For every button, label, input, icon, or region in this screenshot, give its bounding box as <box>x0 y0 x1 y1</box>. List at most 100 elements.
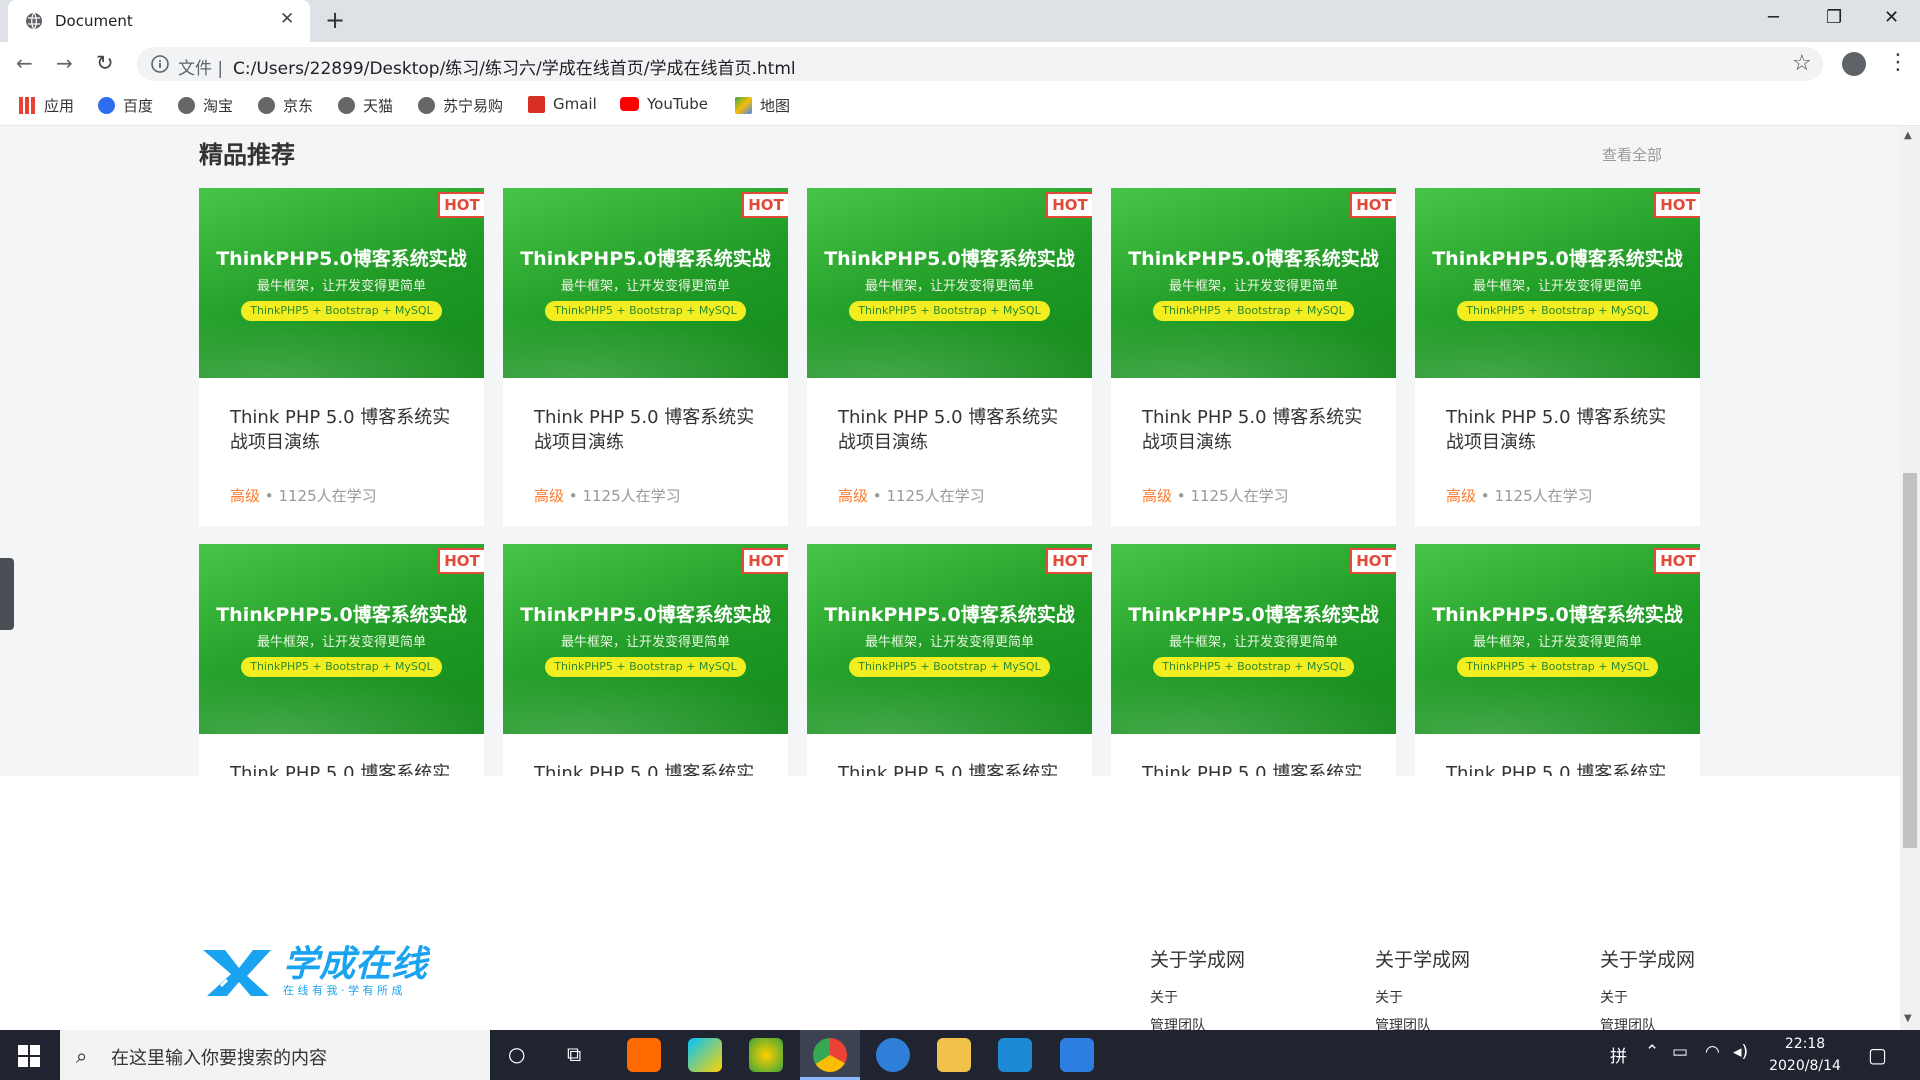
course-banner[interactable]: HOT ThinkPHP5.0博客系统实战 最牛框架，让开发变得更简单 ThinkPH… <box>199 544 484 734</box>
banner-tech-pill: ThinkPHP5 + Bootstrap + MySQL <box>849 301 1050 321</box>
course-title[interactable]: Think PHP 5.0 博客系统实战项目演练 <box>1142 405 1377 455</box>
course-level: 高级 <box>230 487 261 505</box>
wifi-icon[interactable]: ◠ <box>1705 1042 1720 1062</box>
bookmark-maps[interactable]: 地图 <box>735 95 790 116</box>
footer-link[interactable]: 关于 <box>1375 987 1470 1007</box>
course-banner[interactable]: HOT ThinkPHP5.0博客系统实战 最牛框架，让开发变得更简单 ThinkPH… <box>199 188 484 378</box>
browser-app-icon[interactable] <box>876 1038 910 1072</box>
chevron-up-icon[interactable]: ⌃ <box>1645 1042 1659 1062</box>
section-title: 精品推荐 <box>199 141 295 169</box>
restore-icon[interactable]: ❐ <box>1826 7 1842 28</box>
notification-icon[interactable]: ▢ <box>1868 1043 1887 1067</box>
footer-heading: 关于学成网 <box>1150 949 1246 971</box>
chrome-icon[interactable] <box>813 1038 847 1072</box>
taskbar-search[interactable]: ⌕ 在这里输入你要搜索的内容 <box>60 1030 490 1080</box>
scroll-down-icon[interactable]: ▼ <box>1904 1013 1912 1024</box>
course-meta: 高级 • 1125人在学习 <box>1142 485 1289 506</box>
back-icon[interactable]: ← <box>16 51 33 75</box>
ime-indicator[interactable]: 拼 <box>1610 1042 1627 1067</box>
scrollbar-thumb[interactable] <box>1903 473 1917 848</box>
banner-subtitle: 最牛框架，让开发变得更简单 <box>864 279 1034 294</box>
course-banner[interactable]: HOT ThinkPHP5.0博客系统实战最牛框架，让开发变得更简单 ThinkPH… <box>503 544 788 734</box>
banner-title: ThinkPHP5.0博客系统实战 <box>824 248 1075 270</box>
side-handle[interactable] <box>0 558 14 630</box>
bookmark-taobao[interactable]: 淘宝 <box>178 95 233 116</box>
banner-subtitle: 最牛框架，让开发变得更简单 <box>560 635 730 650</box>
course-banner[interactable]: HOT ThinkPHP5.0博客系统实战 最牛框架，让开发变得更简单 ThinkPH… <box>1415 188 1700 378</box>
windows-icon[interactable] <box>18 1045 40 1067</box>
course-title[interactable]: Think PHP 5.0 博客系统实战项目演练 <box>1446 405 1681 455</box>
footer-link[interactable]: 关于 <box>1600 987 1695 1007</box>
banner-tech-pill: ThinkPHP5 + Bootstrap + MySQL <box>1153 657 1354 677</box>
address-label: 文件 | <box>178 59 224 79</box>
course-banner[interactable]: HOT ThinkPHP5.0博客系统实战 最牛框架，让开发变得更简单 ThinkPH… <box>1111 544 1396 734</box>
bookmark-gmail[interactable]: Gmail <box>528 95 597 113</box>
meta-dot: • <box>1480 487 1490 505</box>
course-title[interactable]: Think PHP 5.0 博客系统实战项目演练 <box>230 405 465 455</box>
window-close-icon[interactable]: ✕ <box>1884 7 1899 28</box>
game-app-icon[interactable] <box>749 1038 783 1072</box>
course-card[interactable]: HOT ThinkPHP5.0博客系统实战 最牛框架，让开发变得更简单 ThinkPH… <box>199 188 484 526</box>
course-card[interactable]: HOT ThinkPHP5.0博客系统实战 最牛框架，让开发变得更简单 ThinkPH… <box>1111 188 1396 526</box>
player-app-icon[interactable] <box>688 1038 722 1072</box>
bookmark-suning[interactable]: 苏宁易购 <box>418 95 503 116</box>
hot-badge: HOT <box>1654 548 1700 574</box>
banner-title: ThinkPHP5.0博客系统实战 <box>520 604 771 626</box>
footer-link[interactable]: 关于 <box>1150 987 1245 1007</box>
forward-icon[interactable]: → <box>56 51 73 75</box>
course-title[interactable]: Think PHP 5.0 博客系统实战项目演练 <box>534 405 769 455</box>
banner-title: ThinkPHP5.0博客系统实战 <box>520 248 771 270</box>
task-view-icon[interactable]: ⧉ <box>567 1042 581 1066</box>
course-banner[interactable]: HOT ThinkPHP5.0博客系统实战 最牛框架，让开发变得更简单 ThinkPH… <box>1111 188 1396 378</box>
bookmark-apps[interactable]: 应用 <box>19 95 74 116</box>
banner-subtitle: 最牛框架，让开发变得更简单 <box>1472 635 1642 650</box>
account-icon[interactable] <box>1842 52 1866 76</box>
bookmark-jd[interactable]: 京东 <box>258 95 313 116</box>
course-banner[interactable]: HOT ThinkPHP5.0博客系统实战 最牛框架，让开发变得更简单 ThinkPH… <box>1415 544 1700 734</box>
bookmark-baidu[interactable]: 百度 <box>98 95 153 116</box>
hot-badge: HOT <box>742 548 788 574</box>
globe-icon <box>338 97 355 114</box>
clock[interactable]: 22:18 2020/8/14 <box>1760 1033 1850 1077</box>
reload-icon[interactable]: ↻ <box>96 51 114 75</box>
folder-icon[interactable] <box>937 1038 971 1072</box>
minimize-icon[interactable]: ─ <box>1768 7 1779 28</box>
banner-title: ThinkPHP5.0博客系统实战 <box>216 604 467 626</box>
course-title[interactable]: Think PHP 5.0 博客系统实战项目演练 <box>838 405 1073 455</box>
view-all-link[interactable]: 查看全部 <box>1602 144 1662 165</box>
course-card[interactable]: HOT ThinkPHP5.0博客系统实战 最牛框架，让开发变得更简单 ThinkPH… <box>1415 188 1700 526</box>
banner-tech-pill: ThinkPHP5 + Bootstrap + MySQL <box>241 657 442 677</box>
browser-tab[interactable]: Document ✕ <box>8 0 310 42</box>
hot-badge: HOT <box>1046 192 1092 218</box>
bookmark-tmall[interactable]: 天猫 <box>338 95 393 116</box>
banner-tech-pill: ThinkPHP5 + Bootstrap + MySQL <box>241 301 442 321</box>
phone-app-icon[interactable] <box>1060 1038 1094 1072</box>
globe-icon <box>258 97 275 114</box>
banner-tech-pill: ThinkPHP5 + Bootstrap + MySQL <box>545 657 746 677</box>
course-meta: 高级 • 1125人在学习 <box>534 485 681 506</box>
course-card[interactable]: HOT ThinkPHP5.0博客系统实战 最牛框架，让开发变得更简单 ThinkPH… <box>503 188 788 526</box>
baidu-icon <box>98 97 115 114</box>
plus-icon[interactable]: + <box>325 6 345 34</box>
banner-subtitle: 最牛框架，让开发变得更简单 <box>864 635 1034 650</box>
course-banner[interactable]: HOT ThinkPHP5.0博客系统实战最牛框架，让开发变得更简单 ThinkPH… <box>807 188 1092 378</box>
bookmark-youtube[interactable]: YouTube <box>620 95 708 113</box>
cortana-icon[interactable]: ○ <box>508 1042 525 1066</box>
address-url[interactable]: C:/Users/22899/Desktop/练习/练习六/学成在线首页/学成在… <box>233 54 796 79</box>
banner-tech-pill: ThinkPHP5 + Bootstrap + MySQL <box>545 301 746 321</box>
more-icon[interactable]: ⋮ <box>1887 50 1909 75</box>
vscode-icon[interactable] <box>998 1038 1032 1072</box>
scroll-up-icon[interactable]: ▲ <box>1904 130 1912 141</box>
close-icon[interactable]: ✕ <box>280 9 294 29</box>
banner-title: ThinkPHP5.0博客系统实战 <box>824 604 1075 626</box>
star-icon[interactable]: ☆ <box>1792 51 1812 76</box>
mi-app-icon[interactable] <box>627 1038 661 1072</box>
course-card[interactable]: HOT ThinkPHP5.0博客系统实战最牛框架，让开发变得更简单 ThinkPH… <box>807 188 1092 526</box>
banner-title: ThinkPHP5.0博客系统实战 <box>1432 248 1683 270</box>
battery-icon[interactable]: ▭ <box>1672 1042 1688 1062</box>
course-meta: 高级 • 1125人在学习 <box>1446 485 1593 506</box>
volume-icon[interactable]: ◂) <box>1733 1042 1748 1062</box>
course-banner[interactable]: HOT ThinkPHP5.0博客系统实战 最牛框架，让开发变得更简单 ThinkPH… <box>807 544 1092 734</box>
address-bar[interactable]: 文件 | C:/Users/22899/Desktop/练习/练习六/学成在线首… <box>137 47 1823 81</box>
course-banner[interactable]: HOT ThinkPHP5.0博客系统实战 最牛框架，让开发变得更简单 ThinkPH… <box>503 188 788 378</box>
